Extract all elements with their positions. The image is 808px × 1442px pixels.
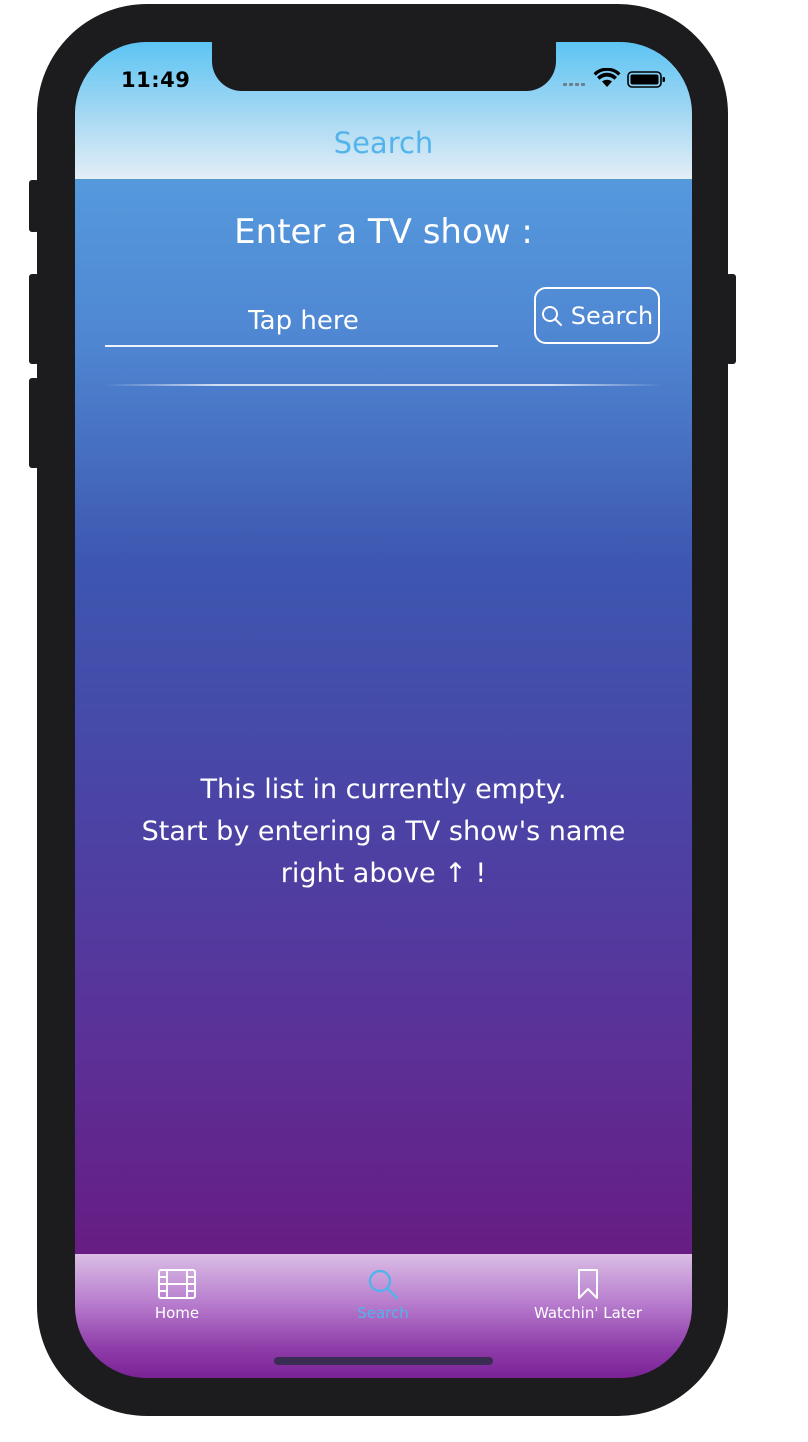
cellular-signal-icon [563,83,585,86]
tab-search-label: Search [357,1304,409,1322]
film-icon [158,1269,196,1299]
search-input[interactable] [105,294,502,347]
tab-home-label: Home [154,1304,200,1322]
power-button [726,274,736,364]
search-icon [541,305,562,326]
device-notch [212,42,556,91]
volume-up-button [29,274,39,364]
tab-watchin-later-label: Watchin' Later [533,1304,643,1322]
home-indicator[interactable] [274,1357,493,1365]
volume-down-button [29,378,39,468]
empty-state-message: This list in currently empty. Start by e… [75,769,692,895]
empty-state-line-1: This list in currently empty. [200,774,567,805]
search-heading: Enter a TV show : [234,212,533,252]
search-icon [368,1269,399,1300]
tab-home[interactable]: Home [97,1268,257,1322]
app-screen: 11:49 Search Enter a TV show: Tap here … [75,42,692,1378]
empty-state-line-2: Start by entering a TV show's name [141,816,626,847]
search-button[interactable]: Search [534,287,660,344]
battery-icon [627,71,665,88]
status-icons [561,67,671,90]
section-divider [105,384,662,386]
mute-switch [29,180,39,232]
tab-watchin-later[interactable]: Watchin' Later [508,1268,668,1322]
bookmark-icon [578,1269,598,1299]
page-title: Search [333,126,434,160]
search-field[interactable] [105,294,502,347]
tab-search[interactable]: Search [303,1268,463,1322]
wifi-icon [593,67,621,87]
search-button-label: Search [570,301,654,330]
status-time: 11:49 [121,68,191,92]
empty-state-line-3: right above ↑ ! [280,858,487,889]
